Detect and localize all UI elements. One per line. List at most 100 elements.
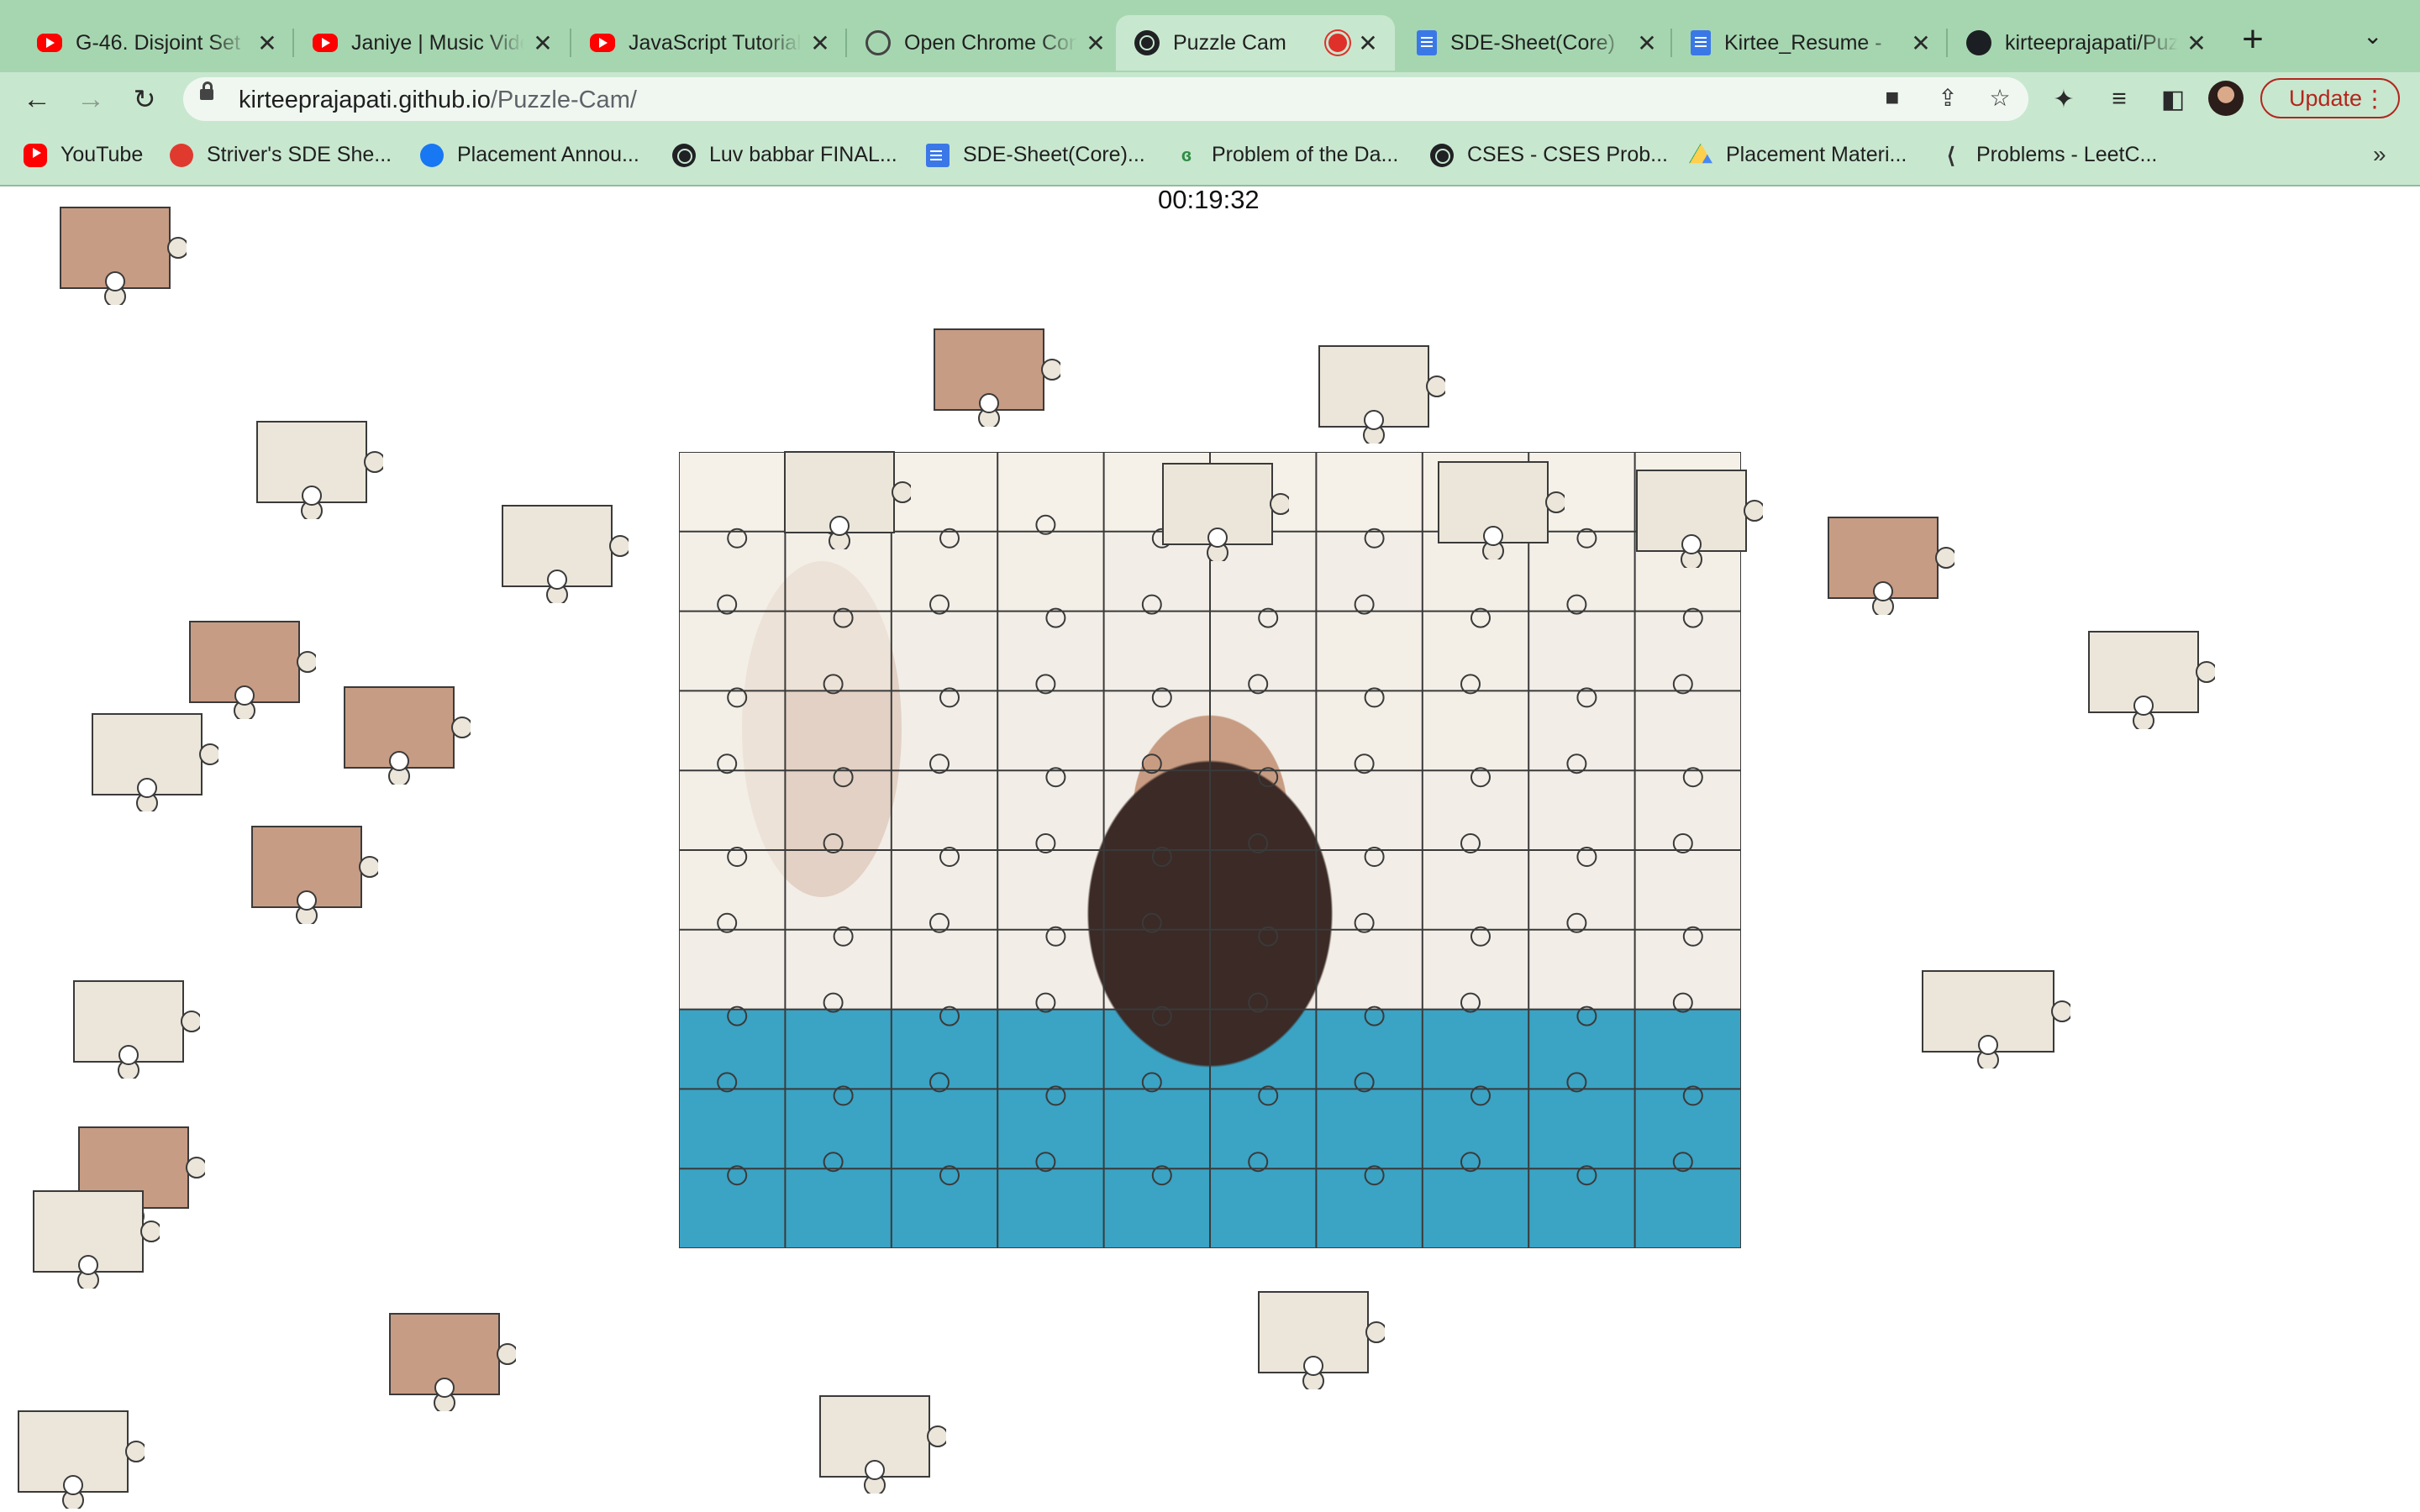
tab-1[interactable]: Janiye | Music Video ✕ xyxy=(294,15,570,71)
tab-6[interactable]: Kirtee_Resume - ✕ xyxy=(1672,15,1948,71)
puzzle-page: 00:19:32 xyxy=(0,186,2420,1512)
board-empty-cell xyxy=(1422,611,1529,691)
board-empty-cell xyxy=(1316,611,1423,691)
loose-puzzle-piece[interactable] xyxy=(768,435,911,549)
reload-icon[interactable]: ↻ xyxy=(124,79,165,119)
docs-icon xyxy=(926,143,950,167)
bookmark-item[interactable]: CSES - CSES Prob... xyxy=(1430,143,1668,167)
bookmark-label: SDE-Sheet(Core)... xyxy=(963,143,1145,166)
close-tab-icon[interactable]: ✕ xyxy=(533,29,553,57)
address-bar[interactable]: kirteeprajapati.github.io/Puzzle-Cam/ ■ … xyxy=(183,77,2028,121)
docs-icon xyxy=(1691,30,1711,55)
tab-label: kirteeprajapati/Puzzle-Cam xyxy=(2005,30,2178,55)
globe-icon xyxy=(672,143,696,167)
tab-label: JavaScript Tutorial xyxy=(629,30,802,55)
new-tab-button[interactable]: + xyxy=(2232,18,2274,60)
tab-2[interactable]: JavaScript Tutorial ✕ xyxy=(571,15,847,71)
loose-puzzle-piece[interactable] xyxy=(1302,329,1445,444)
tab-4[interactable]: Puzzle Cam ✕ xyxy=(1116,15,1395,71)
bookmark-item[interactable]: ⟨ Problems - LeetC... xyxy=(1939,143,2157,167)
lock-icon[interactable] xyxy=(200,81,213,100)
loose-puzzle-piece[interactable] xyxy=(2072,615,2215,729)
loose-puzzle-piece[interactable] xyxy=(328,670,471,785)
bookmark-item[interactable]: Placement Annou... xyxy=(420,143,639,167)
puzzle-board-grid xyxy=(679,452,1741,1248)
side-panel-icon[interactable]: ◧ xyxy=(2153,79,2193,119)
close-tab-icon[interactable]: ✕ xyxy=(2186,29,2207,57)
bookmark-label: Placement Materi... xyxy=(1726,143,1907,166)
loose-puzzle-piece[interactable] xyxy=(1422,445,1565,559)
tab-search-icon[interactable]: ⌄ xyxy=(2363,22,2382,50)
loose-puzzle-piece[interactable] xyxy=(918,312,1060,427)
youtube-icon xyxy=(24,143,47,167)
bookmark-item[interactable]: YouTube xyxy=(24,143,143,167)
bookmark-label: YouTube xyxy=(60,143,144,166)
close-tab-icon[interactable]: ✕ xyxy=(1086,29,1106,57)
bookmark-label: Striver's SDE She... xyxy=(207,143,392,166)
avatar[interactable] xyxy=(2208,81,2244,116)
loose-puzzle-piece[interactable] xyxy=(57,964,200,1079)
github-icon xyxy=(1966,30,1991,55)
bookmark-item[interactable]: Placement Materi... xyxy=(1689,143,1907,167)
bookmark-star-icon[interactable]: ☆ xyxy=(1985,84,2015,112)
tab-separator xyxy=(570,29,571,57)
close-tab-icon[interactable]: ✕ xyxy=(1637,29,1657,57)
facebook-icon xyxy=(420,143,444,167)
board-empty-cell xyxy=(997,452,1104,532)
bookmark-item[interactable]: Luv babbar FINAL... xyxy=(672,143,897,167)
bookmark-label: Placement Annou... xyxy=(457,143,639,166)
tab-5[interactable]: SDE-Sheet(Core) ✕ xyxy=(1398,15,1674,71)
bookmark-item[interactable]: ɞ Problem of the Da... xyxy=(1175,143,1399,167)
tab-label: G-46. Disjoint Set xyxy=(76,30,240,55)
leetcode-icon: ⟨ xyxy=(1946,142,1956,168)
forward-icon[interactable]: → xyxy=(71,79,111,119)
loose-puzzle-piece[interactable] xyxy=(17,1174,160,1289)
camera-in-use-icon[interactable]: ■ xyxy=(1877,84,1907,111)
bookmarks-overflow-icon[interactable]: » xyxy=(2373,141,2386,168)
loose-puzzle-piece[interactable] xyxy=(2,1394,145,1509)
update-button[interactable]: Update ⋮ xyxy=(2260,78,2400,118)
loose-puzzle-piece[interactable] xyxy=(1146,447,1289,561)
loose-puzzle-piece[interactable] xyxy=(1812,501,1954,615)
tab-3[interactable]: Open Chrome Console ✕ xyxy=(847,15,1123,71)
close-tab-icon[interactable]: ✕ xyxy=(257,29,277,57)
loose-puzzle-piece[interactable] xyxy=(240,405,383,519)
gfg-icon: ɞ xyxy=(1181,144,1192,165)
kebab-menu-icon[interactable]: ⋮ xyxy=(2363,85,2386,113)
extensions-icon[interactable]: ✦ xyxy=(2044,79,2084,119)
puzzle-board xyxy=(679,452,1741,1248)
loose-puzzle-piece[interactable] xyxy=(803,1379,946,1494)
loose-puzzle-piece[interactable] xyxy=(235,810,378,924)
loose-puzzle-piece[interactable] xyxy=(373,1297,516,1411)
back-icon[interactable]: ← xyxy=(17,79,57,119)
loose-puzzle-piece[interactable] xyxy=(44,191,187,305)
loose-puzzle-piece[interactable] xyxy=(486,489,629,603)
close-tab-icon[interactable]: ✕ xyxy=(1911,29,1931,57)
share-icon[interactable]: ⇪ xyxy=(1933,84,1963,112)
bookmark-item[interactable]: SDE-Sheet(Core)... xyxy=(926,143,1145,167)
youtube-icon xyxy=(590,34,615,52)
loose-puzzle-piece[interactable] xyxy=(1906,954,2070,1068)
bookmark-item[interactable]: Striver's SDE She... xyxy=(170,143,392,167)
board-empty-cell xyxy=(679,850,786,930)
loose-puzzle-piece[interactable] xyxy=(1620,454,1763,568)
tab-7[interactable]: kirteeprajapati/Puzzle-Cam ✕ xyxy=(1948,15,2223,71)
globe-icon xyxy=(1430,143,1454,167)
close-tab-icon[interactable]: ✕ xyxy=(810,29,830,57)
loose-puzzle-piece[interactable] xyxy=(76,697,218,811)
board-empty-cell xyxy=(679,770,786,850)
url-host: kirteeprajapati.github.io xyxy=(239,87,491,113)
board-empty-cell xyxy=(679,611,786,691)
board-empty-cell xyxy=(1316,452,1423,532)
bookmarks-bar: YouTube Striver's SDE She... Placement Ann… xyxy=(0,126,2420,186)
tab-0[interactable]: G-46. Disjoint Set ✕ xyxy=(18,15,294,71)
bookmark-label: CSES - CSES Prob... xyxy=(1467,143,1668,166)
puzzle-timer: 00:19:32 xyxy=(1158,186,1260,214)
globe-icon xyxy=(1134,30,1160,55)
close-tab-icon[interactable]: ✕ xyxy=(1358,29,1378,57)
recording-indicator-icon xyxy=(1326,31,1349,55)
media-controls-icon[interactable]: ≡ xyxy=(2099,79,2139,119)
url-text[interactable]: kirteeprajapati.github.io/Puzzle-Cam/ xyxy=(239,87,637,114)
toolbar: ← → ↻ kirteeprajapati.github.io/Puzzle-C… xyxy=(0,72,2420,126)
loose-puzzle-piece[interactable] xyxy=(1242,1275,1385,1389)
